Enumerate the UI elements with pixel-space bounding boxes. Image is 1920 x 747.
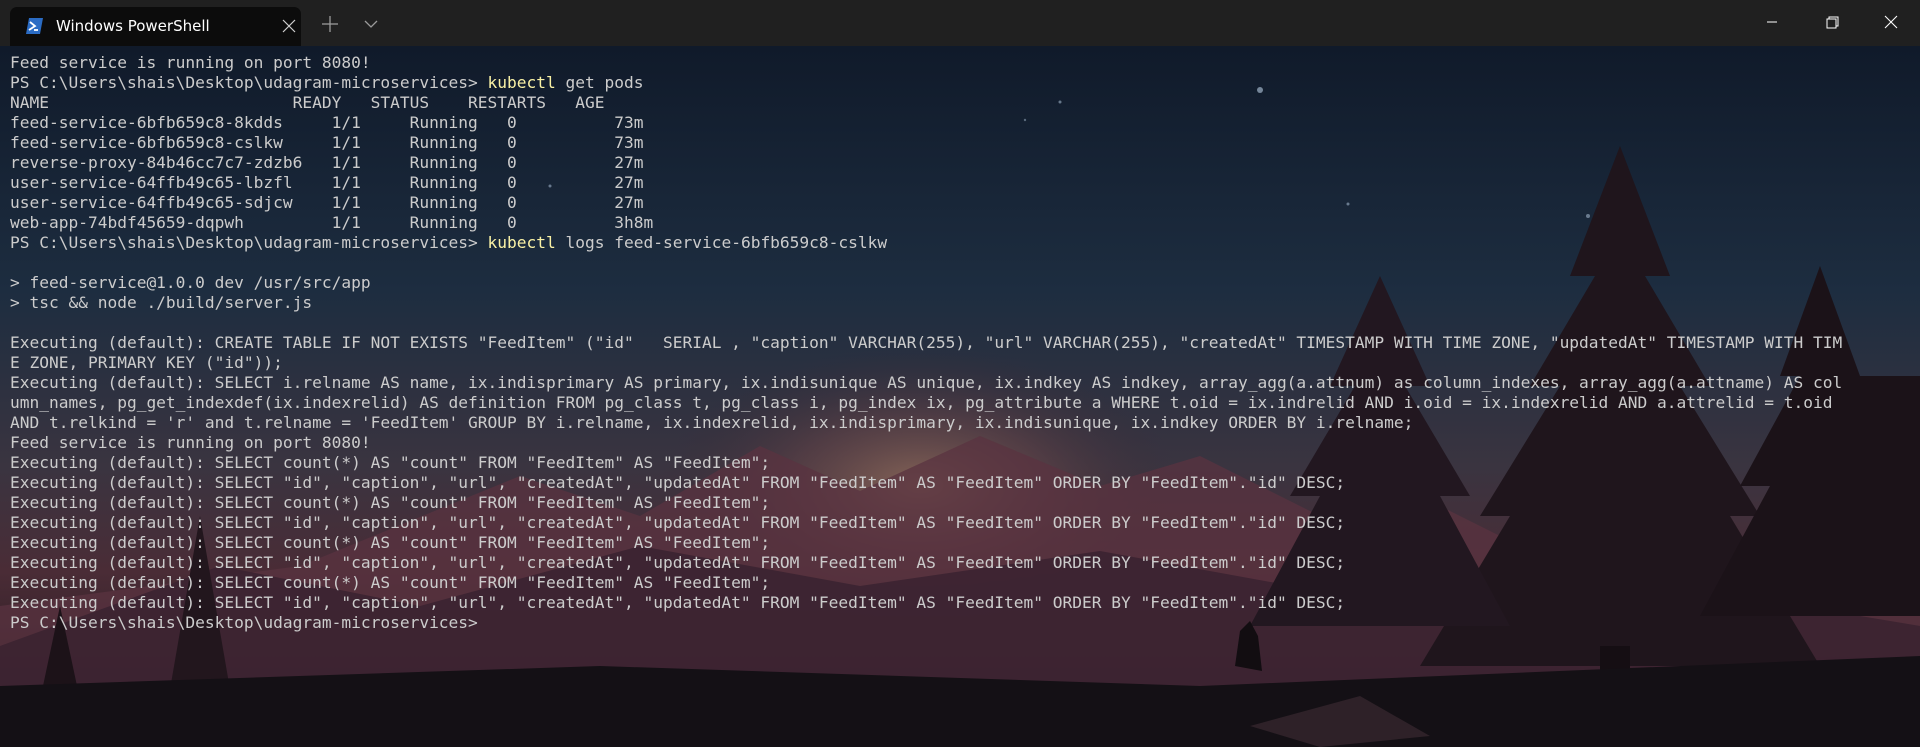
output-line: Feed service is running on port 8080! (10, 433, 371, 452)
current-prompt-line[interactable]: PS C:\Users\shais\Desktop\udagram-micros… (10, 613, 1910, 633)
command-line: PS C:\Users\shais\Desktop\udagram-micros… (10, 233, 1910, 253)
output-line: Executing (default): SELECT count(*) AS … (10, 533, 771, 552)
close-icon[interactable] (282, 19, 296, 33)
prompt: PS C:\Users\shais\Desktop\udagram-micros… (10, 73, 488, 92)
output-line: Executing (default): SELECT count(*) AS … (10, 573, 771, 592)
command-line: PS C:\Users\shais\Desktop\udagram-micros… (10, 73, 1910, 93)
output-line: E ZONE, PRIMARY KEY ("id")); (10, 353, 283, 372)
output-line: Executing (default): SELECT "id", "capti… (10, 553, 1346, 572)
terminal-output[interactable]: Feed service is running on port 8080! PS… (10, 53, 1910, 633)
command-args: logs feed-service-6bfb659c8-cslkw (555, 233, 888, 252)
table-row: feed-service-6bfb659c8-cslkw 1/1 Running… (10, 133, 644, 152)
output-line: Executing (default): SELECT count(*) AS … (10, 453, 771, 472)
chevron-down-icon[interactable] (360, 13, 382, 35)
table-row: user-service-64ffb49c65-lbzfl 1/1 Runnin… (10, 173, 644, 192)
output-line: > tsc && node ./build/server.js (10, 293, 313, 312)
output-line: AND t.relkind = 'r' and t.relname = 'Fee… (10, 413, 1414, 432)
tab-title: Windows PowerShell (56, 17, 210, 35)
table-row: reverse-proxy-84b46cc7c7-zdzb6 1/1 Runni… (10, 153, 644, 172)
restore-icon[interactable] (1810, 0, 1856, 46)
output-line: Executing (default): SELECT count(*) AS … (10, 493, 771, 512)
table-row: web-app-74bdf45659-dqpwh 1/1 Running 0 3… (10, 213, 654, 232)
output-line: Executing (default): SELECT "id", "capti… (10, 513, 1346, 532)
output-line: Feed service is running on port 8080! (10, 53, 371, 72)
output-line: > feed-service@1.0.0 dev /usr/src/app (10, 273, 371, 292)
output-line: Executing (default): SELECT i.relname AS… (10, 373, 1843, 392)
prompt: PS C:\Users\shais\Desktop\udagram-micros… (10, 613, 488, 632)
plus-icon[interactable] (319, 13, 341, 35)
command-args: get pods (555, 73, 644, 92)
title-bar: Windows PowerShell (0, 0, 1920, 46)
output-line: umn_names, pg_get_indexdef(ix.indexrelid… (10, 393, 1833, 412)
tab-windows-powershell[interactable]: Windows PowerShell (10, 7, 301, 46)
output-line: Executing (default): CREATE TABLE IF NOT… (10, 333, 1843, 352)
table-row: feed-service-6bfb659c8-8kdds 1/1 Running… (10, 113, 644, 132)
prompt: PS C:\Users\shais\Desktop\udagram-micros… (10, 233, 488, 252)
command-name: kubectl (487, 73, 556, 92)
powershell-icon (26, 18, 43, 34)
table-header: NAME READY STATUS RESTARTS AGE (10, 93, 605, 112)
minimize-icon[interactable] (1749, 0, 1795, 46)
command-name: kubectl (487, 233, 556, 252)
close-icon[interactable] (1868, 0, 1914, 46)
output-line: Executing (default): SELECT "id", "capti… (10, 593, 1346, 612)
output-line: Executing (default): SELECT "id", "capti… (10, 473, 1346, 492)
terminal-window: Windows PowerShell Feed service is runni… (0, 0, 1920, 747)
table-row: user-service-64ffb49c65-sdjcw 1/1 Runnin… (10, 193, 644, 212)
